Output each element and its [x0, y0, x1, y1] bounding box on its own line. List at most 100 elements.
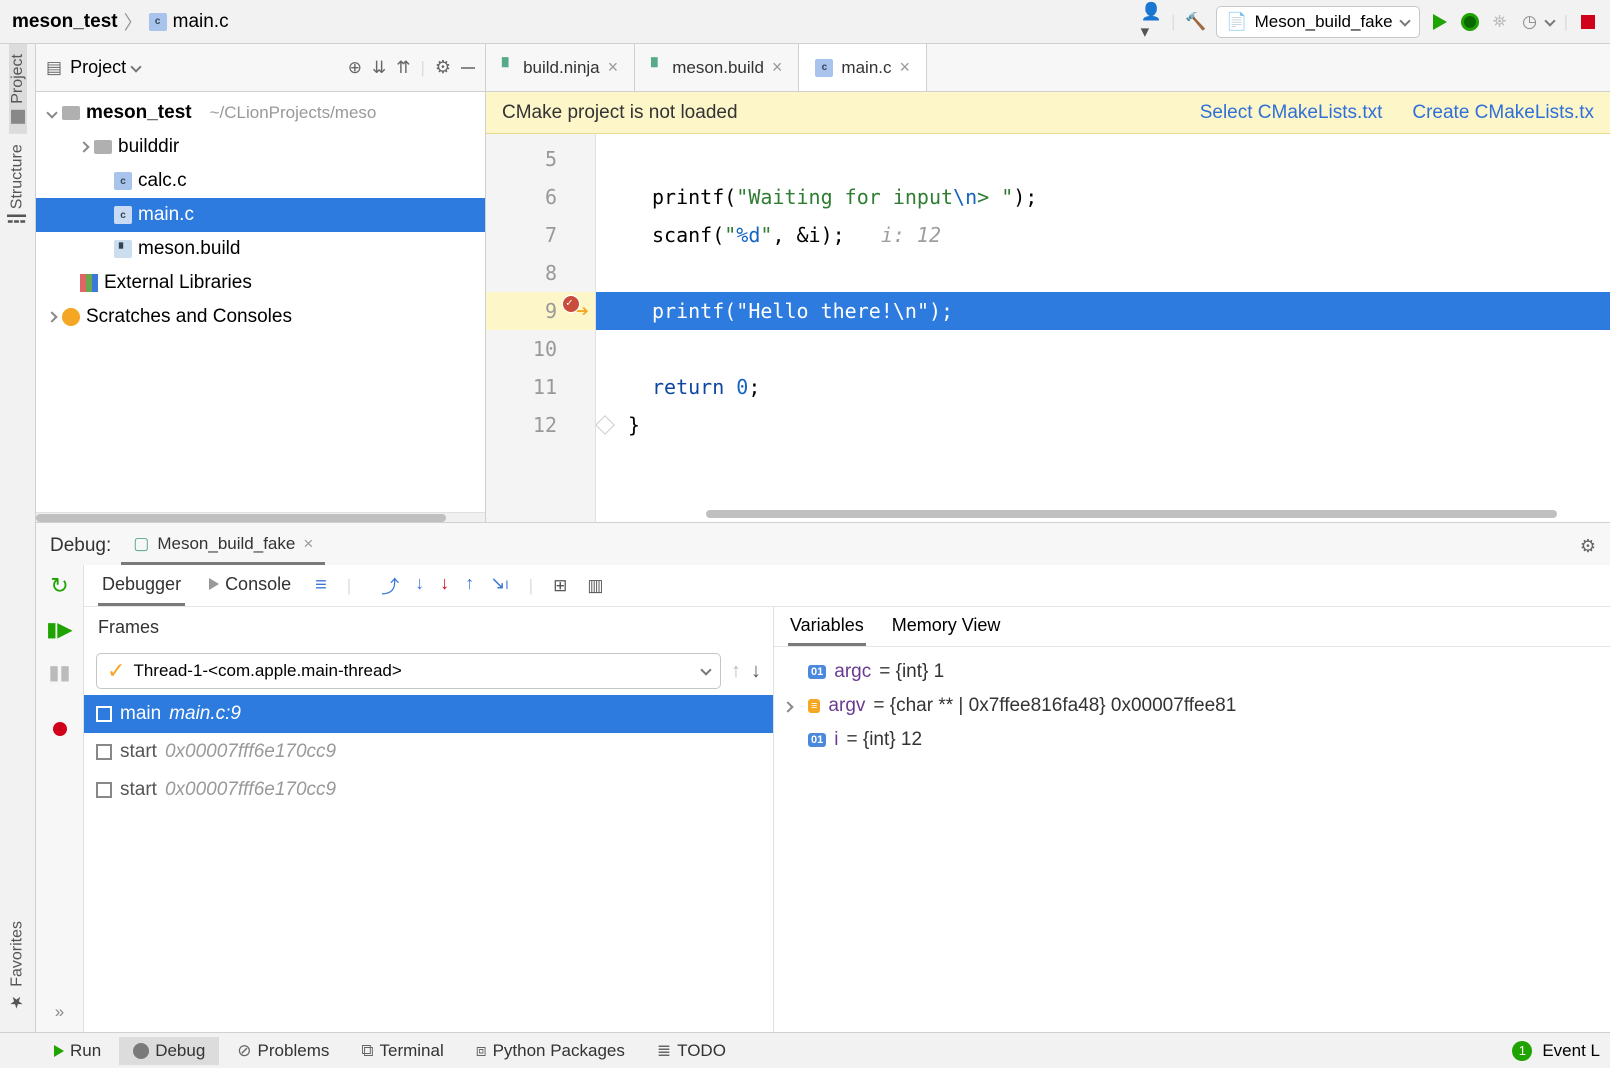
banner-link-create[interactable]: Create CMakeLists.tx — [1412, 102, 1594, 124]
project-tree[interactable]: meson_test ~/CLionProjects/meso builddir… — [36, 92, 485, 512]
scrollbar-thumb[interactable] — [706, 510, 1557, 518]
thread-view-icon[interactable]: ≡ — [315, 574, 327, 597]
gutter-line[interactable]: 7 — [486, 216, 595, 254]
sidebar-tab-favorites[interactable]: ★ Favorites — [8, 911, 27, 1022]
tab-variables[interactable]: Variables — [788, 608, 866, 646]
code-line-current[interactable]: printf("Hello there!\n"); — [596, 292, 1610, 330]
debug-session-tab[interactable]: ▢ Meson_build_fake × — [121, 528, 325, 565]
rerun-button[interactable]: ↻ — [50, 573, 68, 599]
tree-root[interactable]: meson_test ~/CLionProjects/meso — [36, 96, 485, 130]
collapse-all-icon[interactable]: ⇈ — [396, 58, 410, 78]
layout-settings-button[interactable]: ▥ — [587, 576, 603, 596]
view-breakpoints-button[interactable] — [53, 721, 67, 741]
frame-row[interactable]: start 0x00007fff6e170cc9 — [84, 733, 773, 771]
variable-row[interactable]: ≡ argv = {char ** | 0x7ffee816fa48} 0x00… — [784, 689, 1600, 723]
variable-row[interactable]: 01 i = {int} 12 — [784, 723, 1600, 757]
tab-memory-view[interactable]: Memory View — [890, 608, 1003, 646]
hide-icon[interactable] — [461, 67, 475, 69]
breadcrumb-project[interactable]: meson_test — [12, 11, 118, 33]
close-icon[interactable]: × — [608, 57, 619, 78]
code-line[interactable]: } — [596, 406, 1610, 444]
coverage-button[interactable]: ⛯ — [1490, 12, 1510, 32]
close-icon[interactable]: × — [772, 57, 783, 78]
gutter-line[interactable]: 11 — [486, 368, 595, 406]
run-button[interactable] — [1430, 12, 1450, 32]
close-icon[interactable]: × — [900, 57, 911, 78]
project-view-selector[interactable]: Project — [70, 57, 140, 78]
prev-frame-button[interactable]: ↑ — [731, 660, 741, 683]
tree-item-calc[interactable]: c calc.c — [36, 164, 485, 198]
frame-row[interactable]: start 0x00007fff6e170cc9 — [84, 771, 773, 809]
code-line[interactable] — [596, 140, 1610, 178]
code-line[interactable]: printf("Waiting for input\n> "); — [596, 178, 1610, 216]
editor-gutter[interactable]: 5 6 7 8 9➔ 10 11 12 — [486, 134, 596, 522]
thread-selector[interactable]: ✓ Thread-1-<com.apple.main-thread> — [96, 653, 721, 689]
editor-tab-main-c[interactable]: c main.c × — [799, 44, 927, 91]
more-icon[interactable]: » — [55, 1002, 64, 1022]
code-line[interactable] — [596, 330, 1610, 368]
expand-toggle-icon[interactable] — [46, 311, 57, 322]
frame-row[interactable]: main main.c:9 — [84, 695, 773, 733]
pause-button[interactable]: ▮▮ — [48, 660, 70, 685]
gear-icon[interactable] — [435, 57, 451, 78]
status-run[interactable]: Run — [40, 1037, 115, 1065]
variable-row[interactable]: 01 argc = {int} 1 — [784, 655, 1600, 689]
gutter-line[interactable]: 12 — [486, 406, 595, 444]
step-into-button[interactable]: ↓ — [415, 573, 424, 599]
breakpoint-marker[interactable]: ✓ — [562, 294, 580, 318]
scrollbar-thumb[interactable] — [36, 514, 446, 522]
profile-button[interactable]: ◷ — [1520, 12, 1540, 32]
horizontal-scrollbar[interactable] — [36, 512, 485, 522]
gear-icon[interactable] — [1580, 536, 1596, 565]
locate-icon[interactable]: ⊕ — [348, 58, 362, 78]
step-out-button[interactable]: ↑ — [465, 573, 474, 599]
status-debug[interactable]: Debug — [119, 1037, 219, 1065]
gutter-line[interactable]: 5 — [486, 140, 595, 178]
gutter-line[interactable]: 8 — [486, 254, 595, 292]
status-python-packages[interactable]: ⧈Python Packages — [462, 1037, 639, 1065]
run-config-selector[interactable]: 📄 Meson_build_fake — [1216, 6, 1420, 38]
status-event-label[interactable]: Event L — [1542, 1041, 1600, 1061]
tab-console[interactable]: Console — [205, 566, 295, 606]
gutter-line[interactable]: 10 — [486, 330, 595, 368]
tree-item-scratches[interactable]: Scratches and Consoles — [36, 300, 485, 334]
breadcrumb-file[interactable]: main.c — [173, 11, 229, 33]
breadcrumb[interactable]: meson_test 〉 c main.c — [12, 8, 229, 35]
close-icon[interactable]: × — [303, 534, 313, 554]
profile-menu-icon[interactable] — [1544, 15, 1555, 26]
status-problems[interactable]: ⊘Problems — [223, 1037, 343, 1065]
editor-horizontal-scrollbar[interactable] — [706, 510, 1602, 520]
expand-toggle-icon[interactable] — [78, 141, 89, 152]
code-line[interactable]: scanf("%d", &i); i: 12 — [596, 216, 1610, 254]
editor-tab-meson-build[interactable]: ▘ meson.build × — [635, 44, 799, 91]
tree-item-meson[interactable]: ▘ meson.build — [36, 232, 485, 266]
fold-handle-icon[interactable] — [596, 415, 615, 435]
status-todo[interactable]: ≣TODO — [643, 1037, 740, 1065]
tree-item-main[interactable]: c main.c — [36, 198, 485, 232]
hammer-build-icon[interactable]: 🔨 — [1186, 12, 1206, 32]
sidebar-tab-structure[interactable]: ┇┃ Structure — [8, 134, 27, 236]
event-log-badge[interactable]: 1 — [1512, 1041, 1532, 1061]
evaluate-expression-button[interactable]: ⊞ — [553, 576, 567, 596]
code-line[interactable] — [596, 254, 1610, 292]
gutter-line[interactable]: 6 — [486, 178, 595, 216]
stop-button[interactable] — [1578, 12, 1598, 32]
expand-toggle-icon[interactable] — [782, 701, 793, 712]
expand-toggle-icon[interactable] — [46, 107, 57, 118]
variables-list[interactable]: 01 argc = {int} 1 ≡ argv = {char ** | 0x… — [774, 647, 1610, 765]
force-step-into-button[interactable]: ↓ — [440, 573, 449, 599]
step-over-button[interactable]: ⤴ — [381, 573, 399, 599]
expand-all-icon[interactable]: ⇊ — [372, 58, 386, 78]
run-to-cursor-button[interactable]: ↘I — [490, 573, 508, 599]
tab-debugger[interactable]: Debugger — [98, 566, 185, 606]
resume-button[interactable]: ▮▶ — [46, 617, 72, 642]
editor-tab-build-ninja[interactable]: ▘ build.ninja × — [486, 44, 635, 91]
sidebar-tab-project[interactable]: Project — [9, 44, 27, 134]
debug-button[interactable] — [1460, 12, 1480, 32]
code-area[interactable]: printf("Waiting for input\n> "); scanf("… — [596, 134, 1610, 522]
status-terminal[interactable]: ⧉Terminal — [347, 1037, 457, 1065]
next-frame-button[interactable]: ↓ — [751, 660, 761, 683]
code-line[interactable]: return 0; — [596, 368, 1610, 406]
tree-item-external-libs[interactable]: External Libraries — [36, 266, 485, 300]
code-editor[interactable]: 5 6 7 8 9➔ 10 11 12 printf("Waiting for … — [486, 134, 1610, 522]
